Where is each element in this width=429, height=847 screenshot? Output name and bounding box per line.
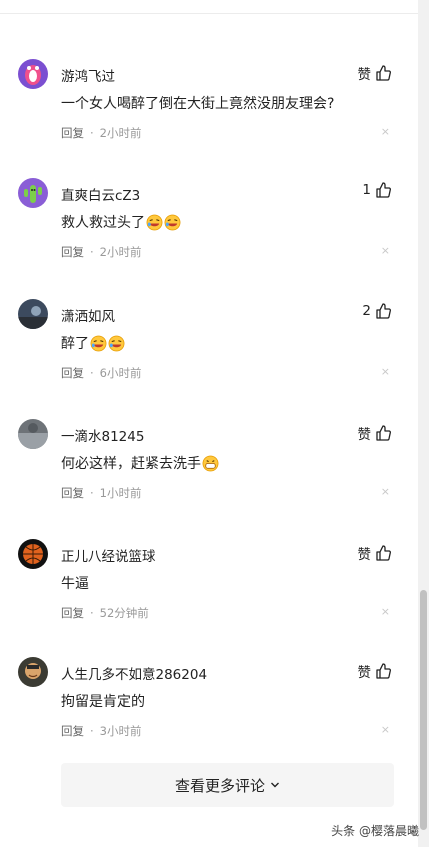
scrollbar-thumb[interactable] bbox=[420, 590, 427, 830]
chevron-down-icon bbox=[271, 782, 279, 788]
avatar[interactable] bbox=[18, 299, 48, 329]
like-button[interactable]: 2 bbox=[362, 303, 391, 319]
laughing-emoji-icon bbox=[146, 214, 163, 230]
like-button[interactable]: 赞 bbox=[358, 63, 392, 83]
avatar[interactable] bbox=[18, 419, 48, 449]
like-button[interactable]: 1 bbox=[362, 182, 391, 198]
scrollbar[interactable] bbox=[418, 0, 429, 847]
comment-meta: 回复 · 6小时前 bbox=[61, 365, 141, 381]
username[interactable]: 正儿八经说篮球 bbox=[61, 545, 156, 565]
laughing-emoji-icon bbox=[164, 214, 181, 230]
avatar[interactable] bbox=[18, 539, 48, 569]
like-count: 赞 bbox=[357, 67, 372, 83]
top-divider bbox=[0, 0, 418, 14]
comment-text: 牛逼 bbox=[61, 576, 89, 592]
comment-time: 2小时前 bbox=[99, 245, 142, 259]
comment-time: 2小时前 bbox=[99, 126, 142, 140]
comment-meta: 回复 · 1小时前 bbox=[61, 485, 141, 501]
view-more-label: 查看更多评论 bbox=[174, 776, 265, 795]
laughing-emoji-icon bbox=[90, 335, 107, 351]
like-button[interactable]: 赞 bbox=[358, 423, 392, 443]
comment-time: 3小时前 bbox=[99, 724, 142, 738]
username[interactable]: 人生几多不如意286204 bbox=[61, 663, 207, 683]
comment-meta: 回复 · 3小时前 bbox=[61, 723, 141, 739]
like-count: 赞 bbox=[357, 427, 372, 443]
laughing-emoji-icon bbox=[108, 335, 125, 351]
close-icon[interactable]: × bbox=[381, 723, 390, 736]
thumb-up-icon bbox=[376, 663, 391, 679]
comment-time: 1小时前 bbox=[99, 486, 142, 500]
comment-text: 醉了 bbox=[61, 333, 125, 353]
meta-separator: · bbox=[90, 126, 94, 140]
reply-button[interactable]: 回复 bbox=[61, 245, 84, 259]
thumb-up-icon bbox=[376, 303, 391, 319]
close-icon[interactable]: × bbox=[381, 605, 390, 618]
username[interactable]: 一滴水81245 bbox=[61, 425, 144, 445]
like-count: 1 bbox=[362, 182, 371, 198]
like-count: 2 bbox=[362, 303, 371, 319]
avatar[interactable] bbox=[18, 657, 48, 687]
meta-separator: · bbox=[90, 724, 94, 738]
comment-item: 游鸿飞过 赞 一个女人喝醉了倒在大街上竟然没朋友理会? 回复 · 2小时前 × bbox=[0, 59, 418, 179]
comment-meta: 回复 · 2小时前 bbox=[61, 244, 141, 260]
comment-text: 一个女人喝醉了倒在大街上竟然没朋友理会? bbox=[61, 96, 335, 112]
username[interactable]: 游鸿飞过 bbox=[61, 65, 115, 85]
comment-item: 潇洒如风 2 醉了 回复 · 6小时前 × bbox=[0, 299, 418, 419]
avatar[interactable] bbox=[18, 178, 48, 208]
view-more-comments-button[interactable]: 查看更多评论 bbox=[61, 763, 394, 807]
comment-text: 拘留是肯定的 bbox=[61, 694, 145, 710]
username[interactable]: 潇洒如风 bbox=[61, 305, 115, 325]
meta-separator: · bbox=[90, 606, 94, 620]
comment-time: 52分钟前 bbox=[99, 606, 149, 620]
comment-text: 救人救过头了 bbox=[61, 212, 181, 232]
close-icon[interactable]: × bbox=[381, 485, 390, 498]
like-button[interactable]: 赞 bbox=[358, 543, 392, 563]
reply-button[interactable]: 回复 bbox=[61, 724, 84, 738]
thumb-up-icon bbox=[376, 182, 391, 198]
like-button[interactable]: 赞 bbox=[358, 661, 392, 681]
comment-time: 6小时前 bbox=[99, 366, 142, 380]
watermark: 头条 @樱落晨曦 bbox=[331, 824, 419, 838]
comment-meta: 回复 · 52分钟前 bbox=[61, 605, 149, 621]
reply-button[interactable]: 回复 bbox=[61, 126, 84, 140]
reply-button[interactable]: 回复 bbox=[61, 606, 84, 620]
close-icon[interactable]: × bbox=[381, 244, 390, 257]
close-icon[interactable]: × bbox=[381, 125, 390, 138]
like-count: 赞 bbox=[357, 665, 372, 681]
meta-separator: · bbox=[90, 245, 94, 259]
thumb-up-icon bbox=[376, 545, 391, 561]
username[interactable]: 直爽白云cZ3 bbox=[61, 184, 140, 204]
comment-item: 正儿八经说篮球 赞 牛逼 回复 · 52分钟前 × bbox=[0, 539, 418, 659]
grin-emoji-icon bbox=[202, 455, 219, 471]
close-icon[interactable]: × bbox=[381, 365, 390, 378]
reply-button[interactable]: 回复 bbox=[61, 486, 84, 500]
avatar[interactable] bbox=[18, 59, 48, 89]
comment-item: 一滴水81245 赞 何必这样，赶紧去洗手 回复 · 1小时前 × bbox=[0, 419, 418, 539]
meta-separator: · bbox=[90, 486, 94, 500]
comment-item: 人生几多不如意286204 赞 拘留是肯定的 回复 · 3小时前 × bbox=[0, 657, 418, 777]
like-count: 赞 bbox=[357, 547, 372, 563]
meta-separator: · bbox=[90, 366, 94, 380]
thumb-up-icon bbox=[376, 425, 391, 441]
comment-meta: 回复 · 2小时前 bbox=[61, 125, 141, 141]
comment-item: 直爽白云cZ3 1 救人救过头了 回复 · 2小时前 × bbox=[0, 178, 418, 298]
comment-text: 何必这样，赶紧去洗手 bbox=[61, 453, 219, 473]
reply-button[interactable]: 回复 bbox=[61, 366, 84, 380]
thumb-up-icon bbox=[376, 65, 391, 81]
